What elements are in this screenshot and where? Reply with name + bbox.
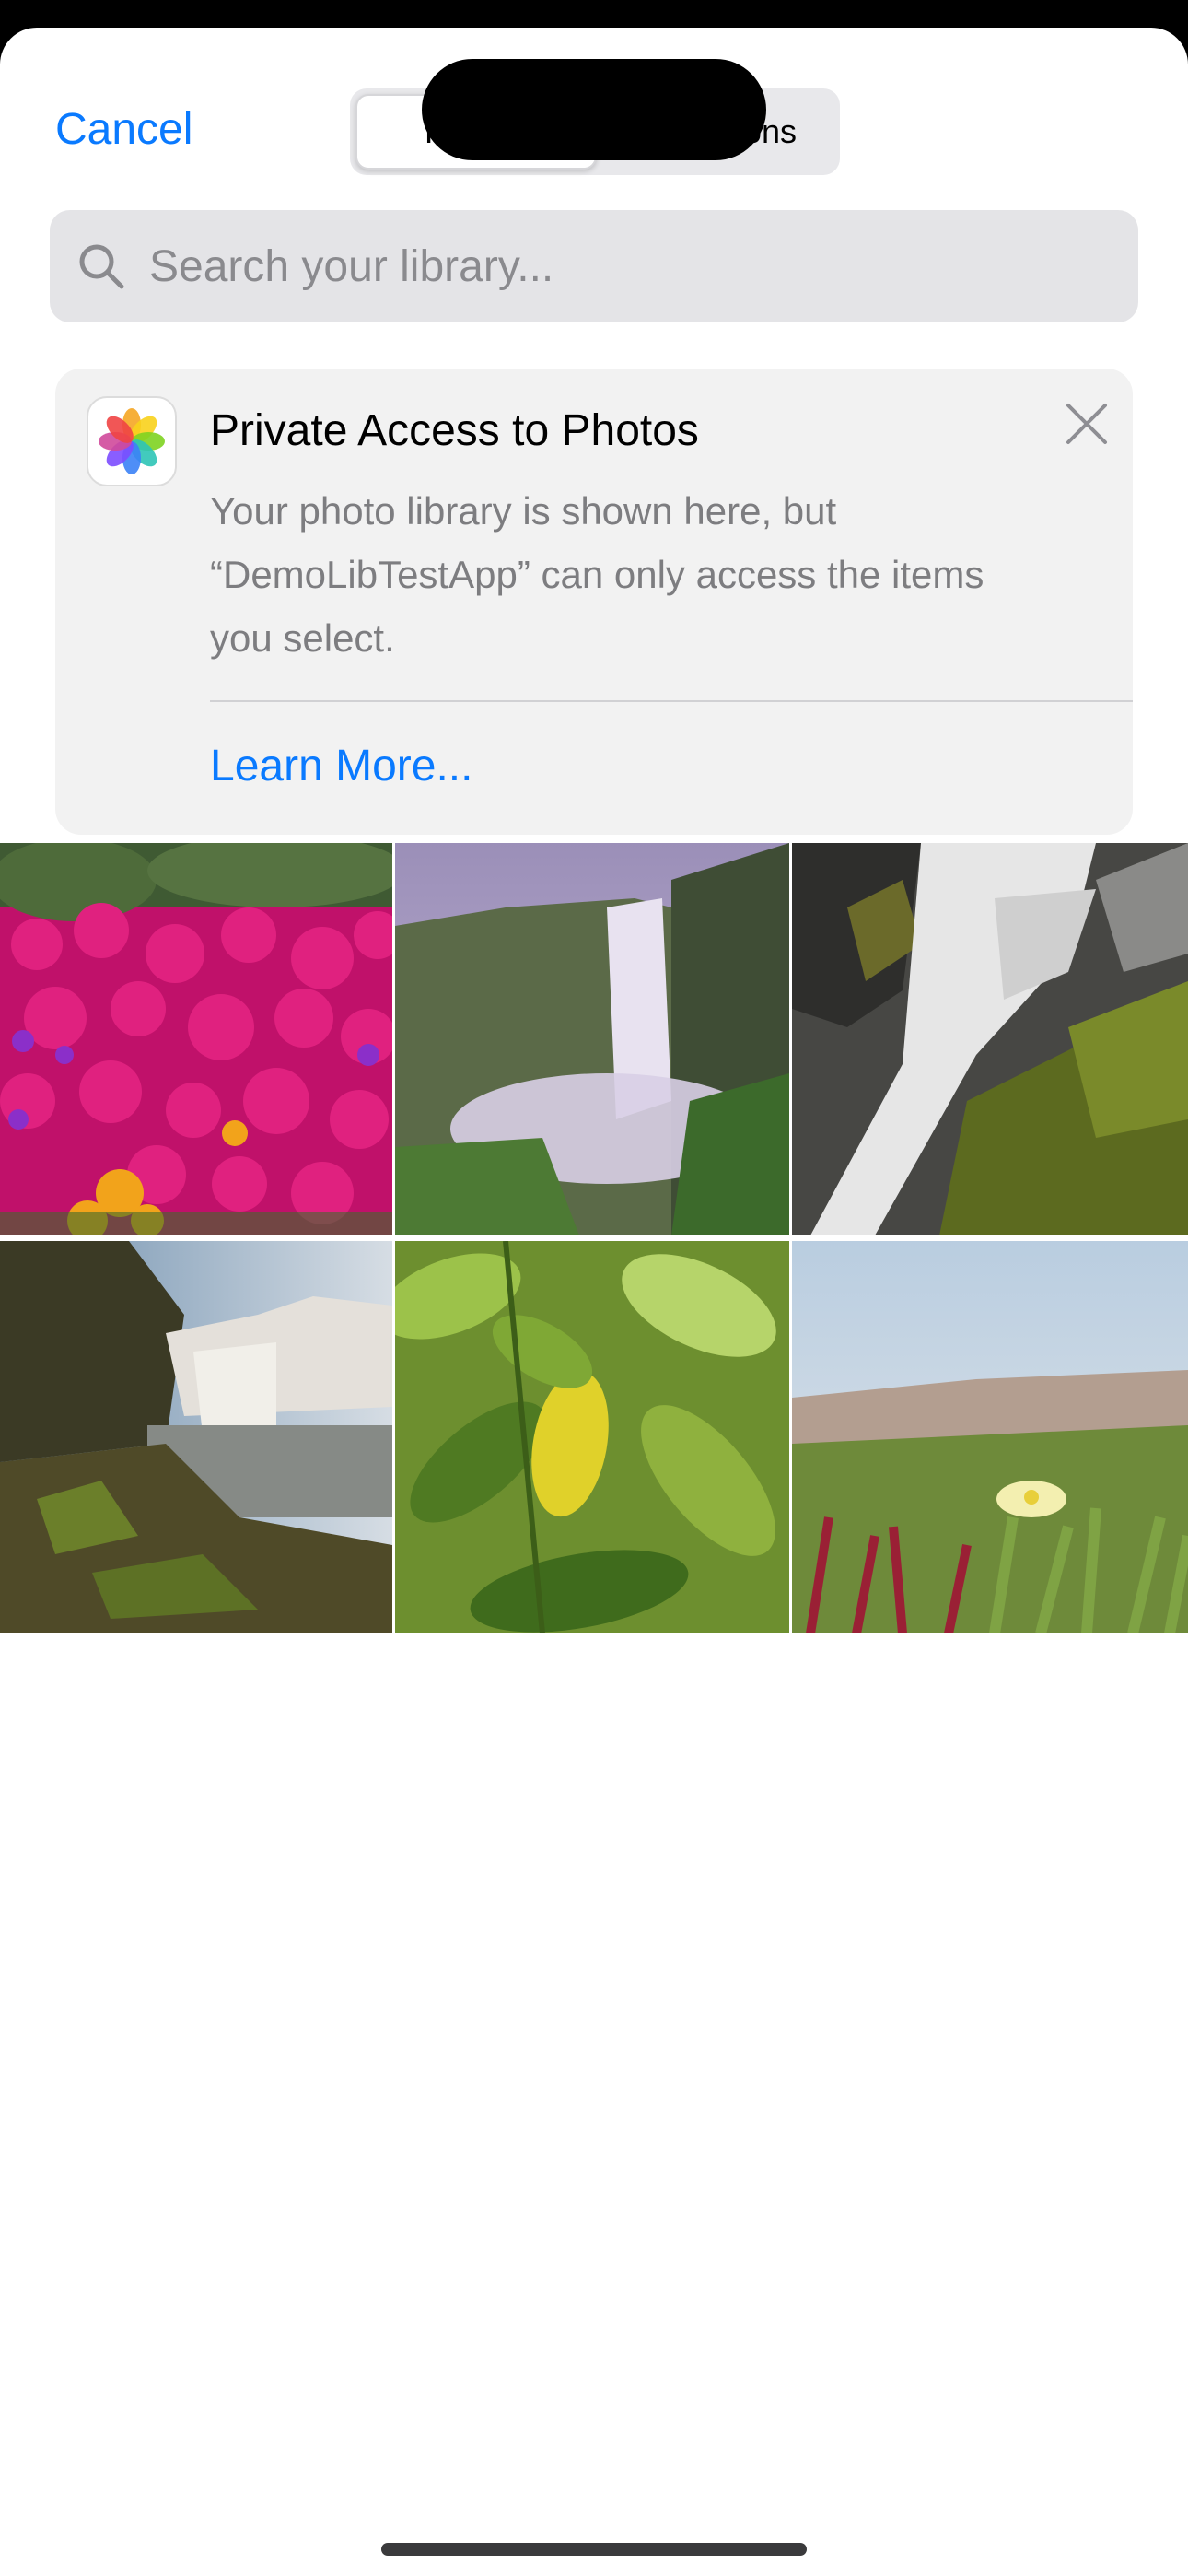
photo-grid bbox=[0, 843, 1188, 1633]
search-input[interactable] bbox=[147, 240, 1072, 293]
learn-more-link[interactable]: Learn More... bbox=[210, 741, 472, 791]
banner-title: Private Access to Photos bbox=[210, 406, 699, 455]
photos-app-icon bbox=[87, 396, 177, 486]
green-leaves-photo[interactable] bbox=[395, 1241, 789, 1633]
cancel-button[interactable]: Cancel bbox=[55, 102, 192, 158]
home-indicator[interactable] bbox=[381, 2543, 807, 2556]
search-icon bbox=[79, 244, 124, 289]
close-icon[interactable] bbox=[1059, 396, 1114, 451]
photo-picker-sheet: Cancel Photos Collections bbox=[0, 28, 1188, 2576]
waterfall-cliff-photo[interactable] bbox=[0, 1241, 392, 1633]
rushing-water-rocks-photo[interactable] bbox=[792, 843, 1188, 1235]
banner-description: Your photo library is shown here, but “D… bbox=[210, 489, 984, 660]
ice-plant-flower-photo[interactable] bbox=[792, 1241, 1188, 1633]
private-access-banner: Private Access to Photos Your photo libr… bbox=[55, 369, 1133, 835]
dynamic-island bbox=[422, 59, 766, 160]
search-bar[interactable] bbox=[50, 210, 1138, 322]
banner-divider bbox=[210, 700, 1133, 702]
pink-flowers-photo[interactable] bbox=[0, 843, 392, 1235]
misty-waterfall-photo[interactable] bbox=[395, 843, 789, 1235]
